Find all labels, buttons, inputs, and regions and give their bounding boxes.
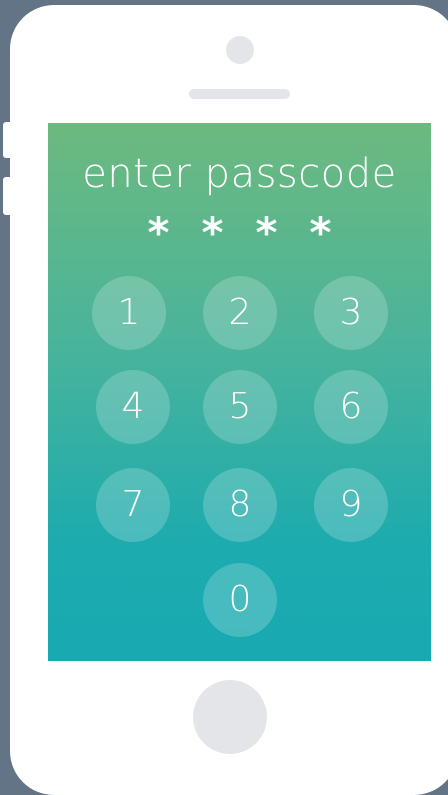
page-title: enter passcode [82,151,397,197]
front-camera [226,36,254,64]
key-0-button[interactable]: 0 [203,563,277,637]
passcode-dot: * [255,208,278,257]
passcode-dot: * [309,208,332,257]
key-2-button[interactable]: 2 [203,276,277,350]
passcode-dot: * [147,208,170,257]
key-6-button[interactable]: 6 [314,370,388,444]
key-1-button[interactable]: 1 [92,276,166,350]
key-9-button[interactable]: 9 [314,468,388,542]
passcode-dot: * [201,208,224,257]
phone-frame: enter passcode * * * * 1 2 3 4 5 6 7 8 9… [10,5,448,795]
key-8-button[interactable]: 8 [203,468,277,542]
key-4-button[interactable]: 4 [96,370,170,444]
key-5-button[interactable]: 5 [203,370,277,444]
key-3-button[interactable]: 3 [314,276,388,350]
volume-down-button [3,177,13,215]
passcode-indicator: * * * * [48,209,431,257]
passcode-screen: enter passcode * * * * 1 2 3 4 5 6 7 8 9… [48,123,431,661]
key-7-button[interactable]: 7 [96,468,170,542]
home-button[interactable] [193,680,267,754]
volume-up-button [3,122,13,158]
earpiece-speaker [189,89,290,99]
